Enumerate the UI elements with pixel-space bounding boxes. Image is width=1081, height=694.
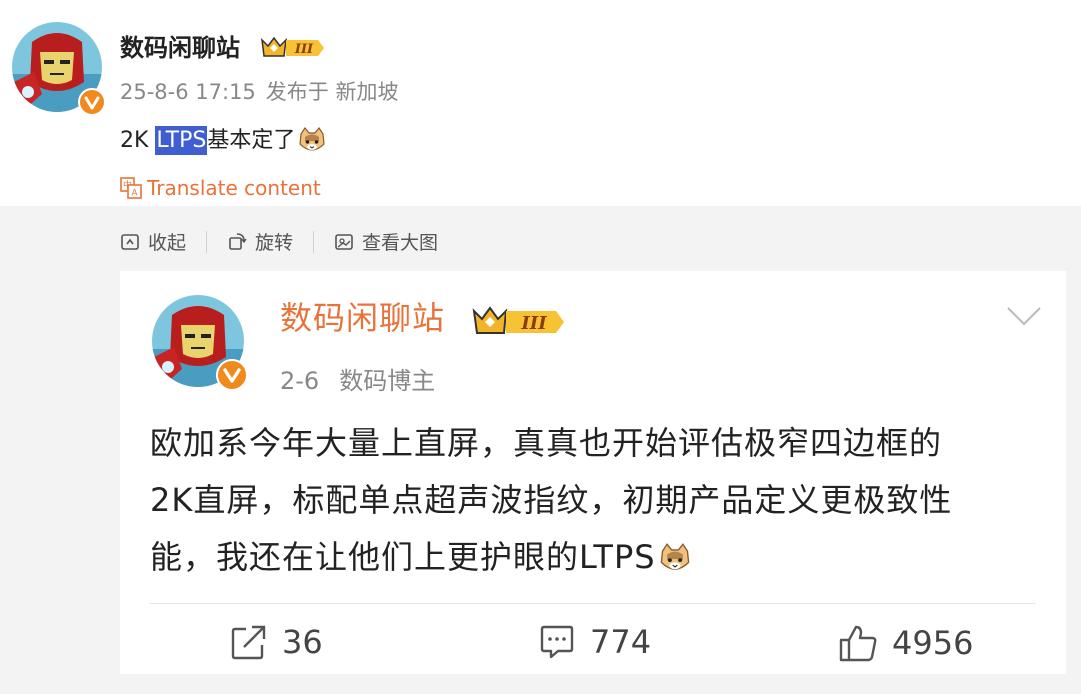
card-body-text: 欧加系今年大量上直屏，真真也开始评估极窄四边框的 2K直屏，标配单点超声波指纹，… [150, 415, 1045, 586]
card-body-line: 欧加系今年大量上直屏，真真也开始评估极窄四边框的 [150, 424, 943, 462]
view-large-button[interactable]: 查看大图 [334, 228, 438, 255]
image-toolbar: 收起 旋转 查看大图 [120, 228, 438, 255]
chevron-down-icon [1007, 307, 1041, 326]
card-author-name: 数码闲聊站 [280, 299, 446, 337]
comment-action: 774 [538, 623, 651, 661]
post-date[interactable]: 25-8-6 17:15 [120, 80, 256, 104]
like-icon [839, 625, 877, 662]
svg-text:III: III [294, 42, 314, 57]
card-author-avatar [152, 295, 248, 391]
post-text-highlight: LTPS [155, 126, 208, 155]
card-body-line: 2K直屏，标配单点超声波指纹，初期产品定义更极致性 [150, 481, 953, 519]
author-name[interactable]: 数码闲聊站 [120, 28, 240, 63]
card-body-line: 能，我还在让他们上更护眼的LTPS [150, 538, 656, 576]
like-action: 4956 [838, 623, 973, 663]
collapse-icon [121, 233, 139, 250]
post-text: 2K LTPS基本定了 [120, 122, 327, 156]
comment-icon [540, 625, 574, 659]
retweeted-post-image[interactable]: 数码闲聊站 III 2-6 数码博主 欧加系今年大量上直屏，真真也开始评估极窄四边… [120, 271, 1066, 674]
card-meta: 2-6 数码博主 [280, 361, 455, 396]
post-location: 发布于 新加坡 [265, 80, 399, 104]
card-body-line-last: 能，我还在让他们上更护眼的LTPS [150, 529, 1045, 586]
post-text-suffix: 基本定了 [207, 128, 296, 153]
comment-count: 774 [590, 623, 652, 661]
rotate-button[interactable]: 旋转 [227, 228, 293, 255]
collapse-button[interactable]: 收起 [120, 228, 186, 255]
repost-count: 36 [282, 623, 323, 661]
translate-icon: 中 A [120, 177, 142, 199]
card-date: 2-6 [280, 367, 320, 395]
card-author-role: 数码博主 [339, 367, 436, 395]
verified-badge-icon [216, 359, 248, 391]
view-large-icon [335, 233, 353, 250]
post-text-prefix: 2K [120, 128, 156, 153]
collapse-label: 收起 [148, 232, 187, 254]
toolbar-divider [313, 230, 315, 253]
cat-emoji-icon [660, 543, 689, 570]
rotate-icon [229, 232, 247, 250]
translate-link[interactable]: 中 A Translate content [120, 176, 321, 200]
translate-label: Translate content [147, 176, 321, 200]
svg-text:A: A [131, 189, 138, 199]
svg-text:III: III [520, 313, 547, 334]
post-meta: 25-8-6 17:15 发布于 新加坡 [120, 76, 408, 106]
post-header: 数码闲聊站 III 25-8-6 17:15 发布于 新加坡 2K LTPS基本定… [0, 0, 1081, 206]
rotate-label: 旋转 [255, 232, 294, 254]
cat-emoji-icon [299, 126, 325, 151]
like-count: 4956 [892, 624, 974, 662]
vip-crown-icon: III [472, 306, 564, 334]
view-large-label: 查看大图 [362, 232, 439, 254]
repost-action: 36 [230, 623, 323, 661]
repost-icon [231, 625, 266, 660]
author-avatar[interactable] [12, 22, 106, 116]
vip-crown-icon[interactable]: III [260, 34, 326, 60]
card-actions: 36 774 4956 [120, 623, 1066, 673]
verified-badge-icon [78, 88, 106, 116]
card-divider [150, 603, 1036, 604]
toolbar-divider [206, 230, 208, 253]
